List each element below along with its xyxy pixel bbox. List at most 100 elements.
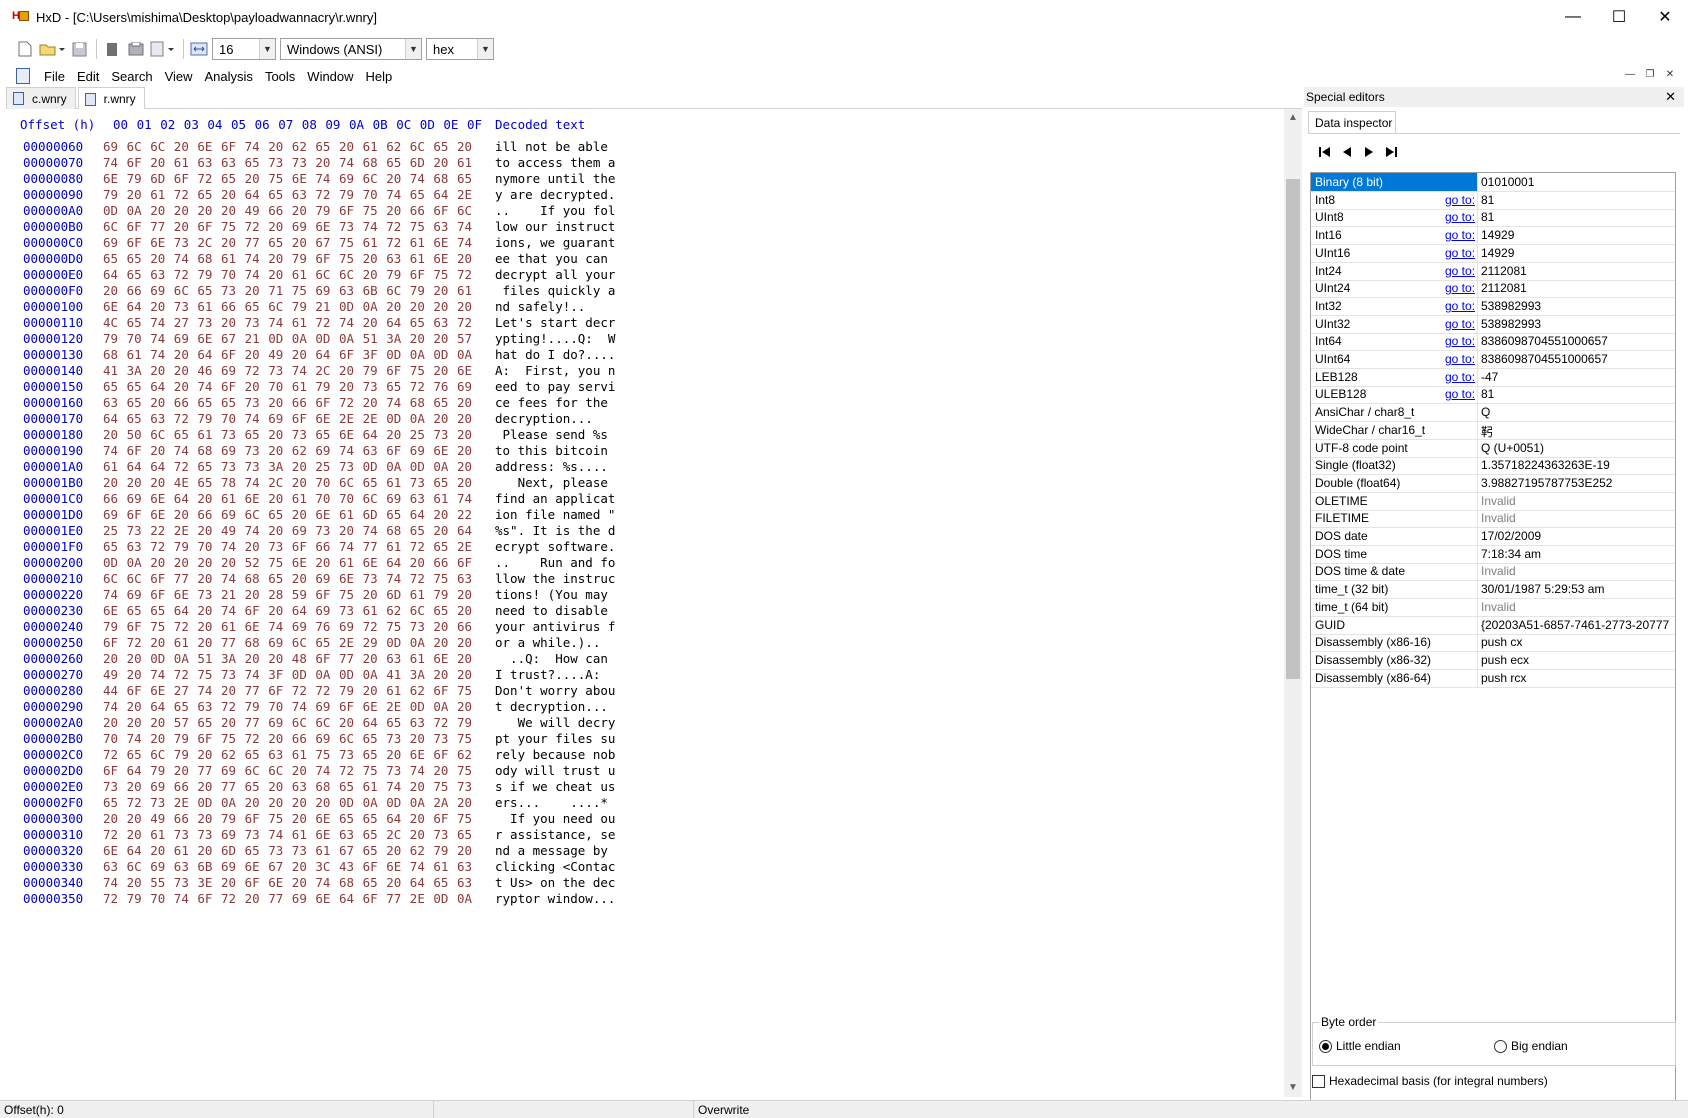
maximize-button[interactable]: ☐ — [1596, 0, 1642, 34]
hex-byte[interactable]: 77 — [221, 635, 236, 650]
hex-byte[interactable]: 73 — [363, 571, 378, 586]
inspector-row[interactable]: Int24 go to: 2112081 — [1311, 261, 1675, 281]
hex-byte[interactable]: 20 — [150, 443, 165, 458]
hex-byte[interactable]: 61 — [386, 539, 401, 554]
previous-byte-icon[interactable] — [1338, 143, 1356, 161]
hex-byte[interactable]: 0A — [386, 459, 401, 474]
hex-byte[interactable]: 63 — [292, 779, 307, 794]
inspector-row[interactable]: DOS date 17/02/2009 — [1311, 527, 1675, 546]
hex-byte[interactable]: 68 — [245, 571, 260, 586]
hex-byte[interactable]: 66 — [315, 539, 330, 554]
hex-byte[interactable]: 20 — [197, 603, 212, 618]
hex-byte[interactable]: 63 — [339, 283, 354, 298]
hex-byte[interactable]: 62 — [292, 139, 307, 154]
hex-byte[interactable]: 65 — [386, 379, 401, 394]
hex-byte[interactable]: 20 — [245, 171, 260, 186]
hex-byte[interactable]: 52 — [245, 555, 260, 570]
hex-byte[interactable]: 22 — [150, 523, 165, 538]
hex-byte[interactable]: 0A — [127, 555, 142, 570]
hex-byte[interactable]: 6F — [363, 859, 378, 874]
hex-byte[interactable]: 75 — [363, 763, 378, 778]
hex-byte[interactable]: 65 — [433, 395, 448, 410]
hex-byte[interactable]: 20 — [174, 363, 189, 378]
hex-byte[interactable]: 72 — [197, 171, 212, 186]
hex-byte[interactable]: 0D — [150, 651, 165, 666]
hex-byte[interactable]: 73 — [410, 475, 425, 490]
hex-byte[interactable]: 69 — [315, 283, 330, 298]
hex-byte[interactable]: 62 — [410, 843, 425, 858]
hex-byte[interactable]: 66 — [174, 811, 189, 826]
hex-byte[interactable]: 20 — [174, 379, 189, 394]
hex-byte[interactable]: 20 — [221, 187, 236, 202]
hex-byte[interactable]: 75 — [221, 731, 236, 746]
hex-byte[interactable]: 49 — [245, 203, 260, 218]
decoded-text[interactable]: need to disable — [495, 603, 615, 618]
hex-byte[interactable]: 6E — [363, 555, 378, 570]
hex-byte[interactable]: 74 — [268, 619, 283, 634]
hex-byte[interactable]: 6E — [433, 651, 448, 666]
hex-byte[interactable]: 20 — [292, 763, 307, 778]
hex-byte[interactable]: 79 — [433, 843, 448, 858]
hex-byte[interactable]: 6F — [221, 379, 236, 394]
decoded-text[interactable]: If you need ou — [495, 811, 615, 826]
hex-editor[interactable]: Offset (h) Decoded text 00 01 02 03 04 05 06 07… — [10, 109, 1288, 1097]
hex-byte[interactable]: 6E — [197, 139, 212, 154]
hex-byte[interactable]: 73 — [339, 219, 354, 234]
hex-byte[interactable]: 64 — [457, 523, 472, 538]
hex-byte[interactable]: 77 — [197, 763, 212, 778]
hex-byte[interactable]: 6F — [127, 443, 142, 458]
hex-byte[interactable]: 74 — [363, 219, 378, 234]
hex-byte[interactable]: 65 — [457, 171, 472, 186]
hex-byte[interactable]: 20 — [292, 235, 307, 250]
hex-byte[interactable]: 75 — [339, 251, 354, 266]
hex-byte[interactable]: 73 — [386, 763, 401, 778]
hex-byte[interactable]: 76 — [433, 379, 448, 394]
hex-byte[interactable]: 20 — [292, 875, 307, 890]
scroll-up-icon[interactable]: ▲ — [1284, 109, 1302, 127]
hex-byte[interactable]: 72 — [386, 219, 401, 234]
hex-byte[interactable]: 6C — [127, 571, 142, 586]
hex-byte[interactable]: 65 — [268, 235, 283, 250]
hex-byte[interactable]: 74 — [174, 251, 189, 266]
hex-byte[interactable]: 79 — [221, 811, 236, 826]
inspector-value[interactable]: Invalid — [1481, 600, 1516, 614]
hex-byte[interactable]: 0D — [315, 331, 330, 346]
hex-byte[interactable]: 6C — [363, 491, 378, 506]
hex-byte[interactable]: 6F — [363, 891, 378, 906]
hex-byte[interactable]: 6F — [433, 811, 448, 826]
tab-r-wnry[interactable]: r.wnry — [77, 87, 145, 110]
hex-byte[interactable]: 2E — [386, 699, 401, 714]
hex-byte[interactable]: 75 — [457, 811, 472, 826]
hex-byte[interactable]: 20 — [315, 795, 330, 810]
hex-byte[interactable]: 74 — [103, 699, 118, 714]
hex-byte[interactable]: 69 — [315, 699, 330, 714]
hex-byte[interactable]: 78 — [221, 475, 236, 490]
inspector-value[interactable]: push ecx — [1481, 653, 1529, 667]
hex-byte[interactable]: 69 — [315, 571, 330, 586]
decoded-text[interactable]: or a while.).. — [495, 635, 615, 650]
hex-byte[interactable]: 74 — [339, 315, 354, 330]
hex-byte[interactable]: 75 — [457, 731, 472, 746]
decoded-text[interactable]: ..Q: How can — [495, 651, 615, 666]
hex-byte[interactable]: 20 — [150, 731, 165, 746]
hex-byte[interactable]: 73 — [174, 827, 189, 842]
hex-byte[interactable]: 20 — [127, 827, 142, 842]
hex-byte[interactable]: 43 — [339, 859, 354, 874]
hex-byte[interactable]: 66 — [433, 555, 448, 570]
inspector-value[interactable]: Q — [1481, 405, 1490, 419]
hex-byte[interactable]: 69 — [292, 619, 307, 634]
inspector-row[interactable]: Disassembly (x86-16) push cx — [1311, 633, 1675, 653]
inspector-row[interactable]: Int8 go to: 81 — [1311, 190, 1675, 210]
hex-byte[interactable]: 6C — [174, 283, 189, 298]
hex-byte[interactable]: 0A — [363, 795, 378, 810]
hex-byte[interactable]: 6F — [433, 747, 448, 762]
hex-byte[interactable]: 20 — [386, 203, 401, 218]
hex-byte[interactable]: 20 — [103, 427, 118, 442]
inspector-row[interactable]: AnsiChar / char8_t Q — [1311, 403, 1675, 423]
hex-byte[interactable]: 64 — [386, 811, 401, 826]
decoded-text[interactable]: tions! (You may — [495, 587, 615, 602]
hex-byte[interactable]: 6C — [150, 427, 165, 442]
hex-byte[interactable]: 61 — [221, 491, 236, 506]
hex-byte[interactable]: 64 — [174, 603, 189, 618]
hex-byte[interactable]: 66 — [292, 731, 307, 746]
